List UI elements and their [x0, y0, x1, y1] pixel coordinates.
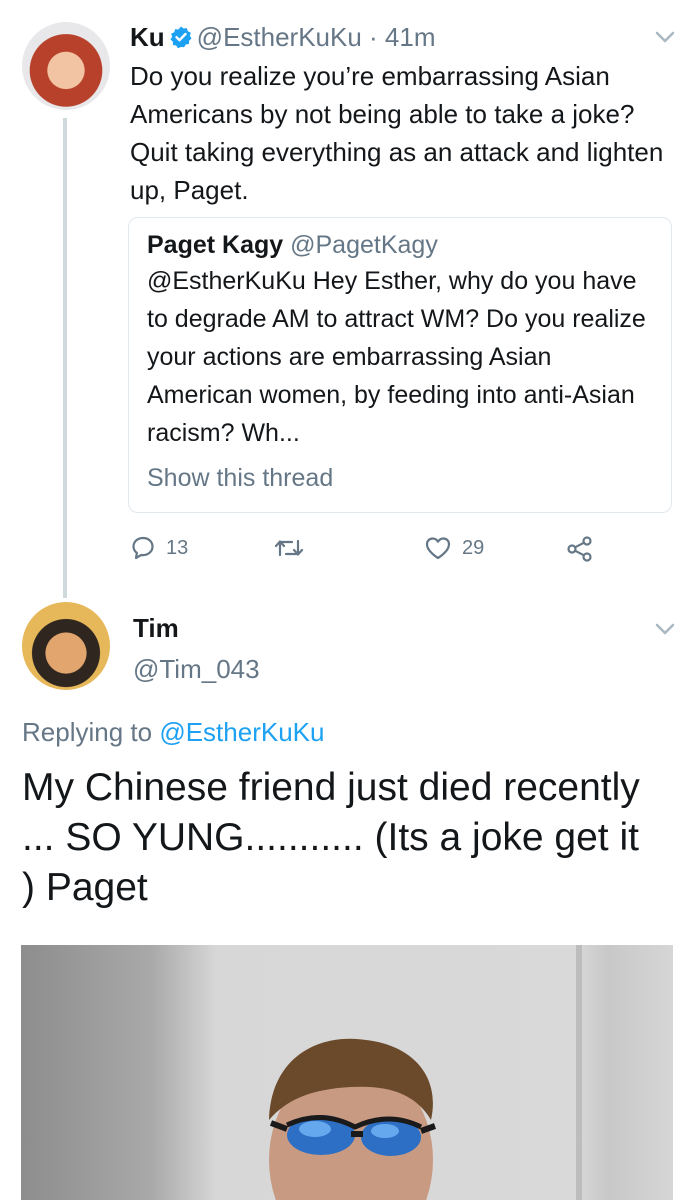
- tweet1-header: Ku @EstherKuKu · 41m: [130, 22, 436, 52]
- reply-button[interactable]: 13: [130, 535, 188, 561]
- reply-count: 13: [166, 536, 189, 559]
- like-count: 29: [462, 536, 485, 559]
- tweet1-text: Do you realize you’re embarrassing Asian…: [130, 61, 671, 205]
- esther-avatar[interactable]: [22, 22, 110, 110]
- tweet2-text: My Chinese friend just died recently ...…: [22, 766, 651, 909]
- retweet-button[interactable]: [272, 535, 306, 561]
- share-button[interactable]: [566, 535, 594, 563]
- reply-icon: [132, 536, 154, 560]
- chevron-down-icon[interactable]: [654, 622, 676, 636]
- tweet2-author-name[interactable]: Tim: [133, 613, 179, 643]
- quoted-tweet-text: @EstherKuKu Hey Esther, why do you have …: [147, 267, 653, 447]
- chevron-down-icon[interactable]: [654, 30, 676, 44]
- share-icon: [567, 536, 592, 562]
- thread-line: [63, 118, 67, 598]
- tweet1-author-name[interactable]: Ku: [130, 22, 165, 52]
- retweet-icon: [274, 539, 304, 557]
- media-photo: [269, 945, 582, 1200]
- tweet1-author-handle[interactable]: @EstherKuKu: [197, 22, 362, 52]
- replying-to-line: Replying to @EstherKuKu: [22, 716, 324, 748]
- replying-to-prefix: Replying to: [22, 717, 160, 747]
- tweet2-author-handle[interactable]: @Tim_043: [133, 654, 260, 684]
- verified-badge-icon: [170, 26, 192, 49]
- like-button[interactable]: 29: [424, 535, 484, 561]
- tim-avatar[interactable]: [22, 602, 110, 690]
- tweet1-timestamp[interactable]: · 41m: [369, 22, 435, 52]
- replying-to-link[interactable]: @EstherKuKu: [159, 717, 324, 747]
- quoted-tweet-card[interactable]: Paget Kagy @PagetKagy @EstherKuKu Hey Es…: [128, 217, 672, 513]
- quoted-author-handle: @PagetKagy: [290, 231, 438, 259]
- quoted-tweet-header: Paget Kagy @PagetKagy: [147, 230, 438, 260]
- heart-icon: [425, 537, 451, 560]
- tweet2-media-image[interactable]: [21, 945, 673, 1200]
- show-thread-link[interactable]: Show this thread: [147, 463, 333, 493]
- quoted-author-name: Paget Kagy: [147, 231, 284, 259]
